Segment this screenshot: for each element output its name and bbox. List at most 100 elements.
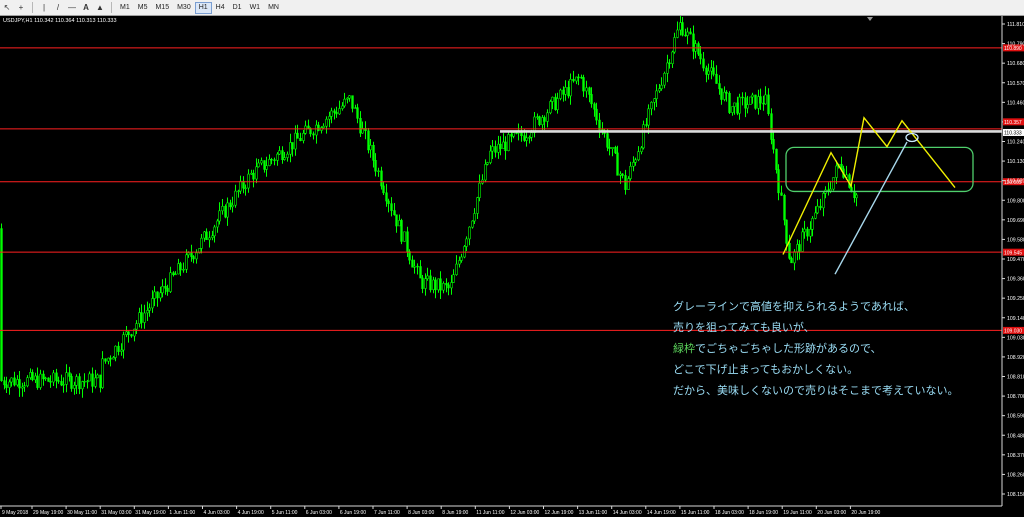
timeframe-button[interactable]: M1	[116, 2, 134, 14]
candle-body	[125, 331, 128, 335]
candle-body	[91, 373, 94, 387]
candle-body	[96, 374, 99, 379]
candle-body	[49, 381, 52, 383]
price-tick-label: 108.700	[1007, 394, 1024, 400]
crosshair-icon[interactable]: +	[14, 2, 28, 14]
candle-body	[814, 212, 817, 219]
candle-body	[146, 310, 149, 314]
price-chart[interactable]: 110.890110.009109.545109.030 111.810110.…	[0, 16, 1024, 517]
candle-body	[421, 277, 424, 289]
candle-body	[790, 257, 793, 264]
candle-body	[733, 102, 736, 107]
candle-body	[65, 372, 68, 385]
timeframe-button-active[interactable]: H1	[194, 1, 212, 14]
candle-body	[359, 118, 362, 134]
time-tick-label: 7 Jun 11:00	[374, 510, 400, 516]
candle-body	[109, 357, 112, 360]
candle-body	[494, 146, 497, 153]
annotations[interactable]	[500, 116, 1002, 275]
candle-body	[801, 231, 804, 252]
timeframe-button[interactable]: MN	[264, 2, 283, 14]
horizontal-lines[interactable]: 110.890110.009109.545109.030	[0, 44, 1024, 335]
candle-body	[231, 204, 234, 208]
candle-body	[585, 87, 588, 92]
candle-body	[387, 200, 390, 205]
candle-body	[276, 153, 279, 161]
candle-body	[476, 197, 479, 214]
trendline-icon[interactable]: /	[51, 2, 65, 14]
timeframe-button[interactable]: D1	[229, 2, 246, 14]
candle-body	[257, 162, 260, 168]
candle-body	[655, 90, 658, 100]
candle-body	[559, 89, 562, 99]
candle-body	[187, 252, 190, 256]
candle-body	[512, 132, 515, 137]
timeframe-button[interactable]: M30	[173, 2, 195, 14]
candle-body	[140, 312, 143, 323]
candle-body	[343, 98, 346, 107]
candle-body	[252, 172, 255, 180]
candle-body	[471, 220, 474, 228]
candle-body	[751, 94, 754, 98]
candle-body	[26, 377, 29, 387]
note-line: 売りを狙ってみても良いが、	[673, 321, 815, 334]
shapes-icon[interactable]: ▲	[93, 2, 107, 14]
candle-body	[10, 377, 13, 383]
candle-body	[759, 96, 762, 104]
candle-body	[130, 334, 133, 337]
candle-body	[208, 237, 211, 241]
candle-body	[151, 298, 154, 309]
candle-body	[577, 76, 580, 79]
candle-body	[62, 384, 65, 386]
candle-body	[216, 220, 219, 228]
price-label-text: 109.030	[1004, 329, 1022, 335]
timeframe-button[interactable]: H4	[212, 2, 229, 14]
hline-icon[interactable]: —	[65, 2, 79, 14]
candle-body	[616, 152, 619, 176]
candle-body	[458, 260, 461, 265]
candle-body	[385, 192, 388, 202]
time-tick-label: 31 May 19:00	[135, 510, 166, 516]
candle-body	[785, 219, 788, 244]
candle-body	[595, 108, 598, 121]
timeframe-button[interactable]: M15	[151, 2, 173, 14]
time-tick-label: 9 May 2018	[2, 510, 28, 516]
price-tick-label: 108.150	[1007, 492, 1024, 498]
toolbar-separator	[111, 2, 112, 13]
note-line: どこで下げ止まってもおかしくない。	[673, 363, 859, 376]
candle-body	[234, 190, 237, 206]
candle-body	[322, 125, 325, 128]
candle-body	[70, 376, 73, 389]
time-axis: 9 May 2018 29 May 19:00 30 May 11:00 31 May…	[0, 505, 1002, 516]
candle-body	[486, 162, 489, 165]
price-tick-label: 109.030	[1007, 335, 1024, 341]
candle-body	[673, 37, 676, 53]
candle-body	[328, 116, 331, 120]
cursor-icon[interactable]: ↖	[0, 2, 14, 14]
candle-body	[426, 275, 429, 279]
candle-body	[99, 374, 102, 388]
note-line: 緑枠でごちゃごちゃした形跡があるので、	[673, 338, 958, 359]
timeframe-button[interactable]: M5	[134, 2, 152, 14]
candle-body	[185, 254, 188, 270]
candle-body	[715, 73, 718, 84]
candle-body	[39, 373, 42, 388]
chart-shift-marker[interactable]	[867, 17, 873, 21]
candle-body	[455, 263, 458, 276]
candle-body	[382, 185, 385, 194]
candle-body	[723, 91, 726, 100]
candle-body	[203, 231, 206, 239]
vertical-line-icon[interactable]: |	[37, 2, 51, 14]
candle-body	[60, 381, 63, 386]
candle-body	[419, 266, 422, 279]
candle-body	[333, 110, 336, 113]
timeframe-button[interactable]: W1	[246, 2, 265, 14]
text-icon[interactable]: A	[79, 2, 93, 14]
candle-body	[806, 228, 809, 237]
price-tick-label: 108.260	[1007, 472, 1024, 478]
note-highlight: 緑枠	[673, 342, 695, 355]
candle-body	[450, 282, 453, 289]
candle-body	[88, 373, 91, 382]
candle-body	[772, 139, 775, 150]
candle-body	[408, 251, 411, 261]
